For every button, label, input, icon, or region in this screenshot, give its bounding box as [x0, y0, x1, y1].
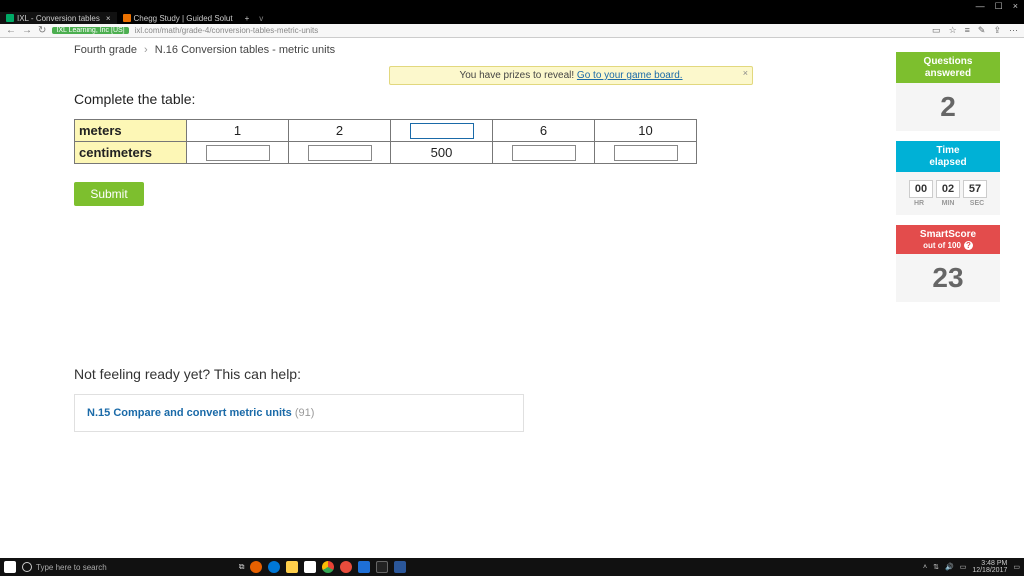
taskbar-word-icon[interactable]	[394, 561, 406, 573]
row-label-meters: meters	[75, 120, 187, 142]
url-text[interactable]: ixl.com/math/grade-4/conversion-tables-m…	[135, 26, 319, 35]
window-minimize[interactable]: —	[976, 1, 985, 11]
tab-title: Chegg Study | Guided Solut	[134, 14, 233, 23]
tray-volume-icon[interactable]: 🔊	[945, 563, 954, 571]
favorite-star-icon[interactable]: ☆	[949, 25, 957, 36]
taskbar-app2-icon[interactable]	[358, 561, 370, 573]
tray-battery-icon[interactable]: ▭	[960, 563, 967, 571]
breadcrumb: Fourth grade › N.16 Conversion tables - …	[74, 44, 896, 56]
cell-m-4: 10	[595, 120, 697, 142]
cell-m-3: 6	[493, 120, 595, 142]
taskbar-search[interactable]: Type here to search	[22, 562, 107, 572]
taskbar-time[interactable]: 3:48 PM	[972, 560, 1007, 567]
help-heading: Not feeling ready yet? This can help:	[74, 366, 896, 382]
table-row: centimeters 500	[75, 142, 697, 164]
te-title2: elapsed	[929, 157, 966, 168]
nav-refresh-icon[interactable]: ↻	[38, 25, 46, 36]
submit-button[interactable]: Submit	[74, 182, 144, 206]
conversion-table: meters 1 2 6 10 centimeters 500	[74, 119, 697, 164]
input-meters-2[interactable]	[410, 123, 474, 139]
prize-text: You have prizes to reveal!	[459, 70, 576, 81]
taskbar-date[interactable]: 12/18/2017	[972, 567, 1007, 574]
taskbar-explorer-icon[interactable]	[286, 561, 298, 573]
favicon-chegg	[123, 14, 131, 22]
cell-m-1: 2	[289, 120, 391, 142]
ss-title: SmartScore	[920, 229, 976, 240]
smartscore-value: 23	[932, 262, 963, 293]
notes-icon[interactable]: ✎	[978, 25, 986, 36]
taskbar-chrome-icon[interactable]	[322, 561, 334, 573]
nav-forward-icon[interactable]: →	[22, 25, 32, 36]
cell-m-0: 1	[187, 120, 289, 142]
clock-hr: 00	[909, 180, 933, 198]
clock-label-min: MIN	[935, 200, 961, 207]
ss-sub: out of 100	[923, 241, 961, 250]
action-center-icon[interactable]: ▭	[1013, 563, 1020, 571]
favorites-hub-icon[interactable]: ≡	[965, 25, 970, 36]
clock-min: 02	[936, 180, 960, 198]
tray-up-icon[interactable]: ˄	[923, 564, 927, 571]
questions-answered-panel: Questionsanswered 2	[896, 52, 1000, 131]
help-skill-score: (91)	[295, 407, 315, 419]
input-cm-3[interactable]	[512, 145, 576, 161]
smartscore-help-icon[interactable]: ?	[964, 241, 973, 250]
window-maximize[interactable]: ☐	[995, 1, 1003, 12]
more-icon[interactable]: ⋯	[1009, 25, 1018, 36]
help-box: N.15 Compare and convert metric units (9…	[74, 394, 524, 432]
input-cm-4[interactable]	[614, 145, 678, 161]
browser-tab-chegg[interactable]: Chegg Study | Guided Solut	[117, 12, 239, 24]
browser-tab-ixl[interactable]: IXL - Conversion tables ×	[0, 12, 117, 24]
nav-back-icon[interactable]: ←	[6, 25, 16, 36]
input-cm-1[interactable]	[308, 145, 372, 161]
taskbar-search-placeholder: Type here to search	[36, 563, 107, 572]
tab-title: IXL - Conversion tables	[17, 14, 100, 23]
taskbar-store-icon[interactable]	[304, 561, 316, 573]
input-cm-0[interactable]	[206, 145, 270, 161]
breadcrumb-skill: N.16 Conversion tables - metric units	[155, 44, 335, 56]
help-skill-code: N.15	[87, 407, 110, 419]
tabs-dropdown-icon[interactable]: v	[259, 14, 263, 23]
breadcrumb-level[interactable]: Fourth grade	[74, 44, 137, 56]
prize-banner: You have prizes to reveal! Go to your ga…	[389, 66, 753, 85]
te-title1: Time	[936, 145, 959, 156]
favicon-ixl	[6, 14, 14, 22]
help-skill-link[interactable]: Compare and convert metric units	[113, 407, 292, 419]
taskbar-edge-icon[interactable]	[268, 561, 280, 573]
reading-view-icon[interactable]: ▭	[932, 25, 941, 36]
tray-network-icon[interactable]: ⇅	[933, 563, 939, 571]
questions-answered-value: 2	[940, 91, 956, 122]
time-elapsed-panel: Timeelapsed 00 02 57 HR MIN SEC	[896, 141, 1000, 215]
cell-cm-2: 500	[391, 142, 493, 164]
site-identity[interactable]: IXL Learning, Inc [US]	[52, 27, 128, 34]
smartscore-panel: SmartScore out of 100? 23	[896, 225, 1000, 302]
taskbar-app-icon[interactable]	[340, 561, 352, 573]
start-button-icon[interactable]	[4, 561, 16, 573]
taskbar-firefox-icon[interactable]	[250, 561, 262, 573]
new-tab-button[interactable]: +	[239, 12, 256, 24]
taskbar-mail-icon[interactable]	[376, 561, 388, 573]
prize-link[interactable]: Go to your game board.	[577, 70, 683, 81]
prize-close-icon[interactable]: ×	[743, 68, 748, 78]
table-row: meters 1 2 6 10	[75, 120, 697, 142]
cortana-icon[interactable]	[22, 562, 32, 572]
question-prompt: Complete the table:	[74, 91, 896, 107]
share-icon[interactable]: ⇪	[993, 25, 1001, 36]
tab-close-icon[interactable]: ×	[106, 14, 111, 23]
qa-title1: Questions	[924, 56, 973, 67]
windows-taskbar[interactable]: Type here to search ⧉ ˄ ⇅ 🔊 ▭ 3:48 PM 12…	[0, 558, 1024, 576]
window-close[interactable]: ×	[1013, 1, 1018, 11]
clock-label-hr: HR	[906, 200, 932, 207]
qa-title2: answered	[925, 68, 971, 79]
row-label-centimeters: centimeters	[75, 142, 187, 164]
clock-sec: 57	[963, 180, 987, 198]
task-view-icon[interactable]: ⧉	[239, 562, 245, 572]
clock-label-sec: SEC	[964, 200, 990, 207]
